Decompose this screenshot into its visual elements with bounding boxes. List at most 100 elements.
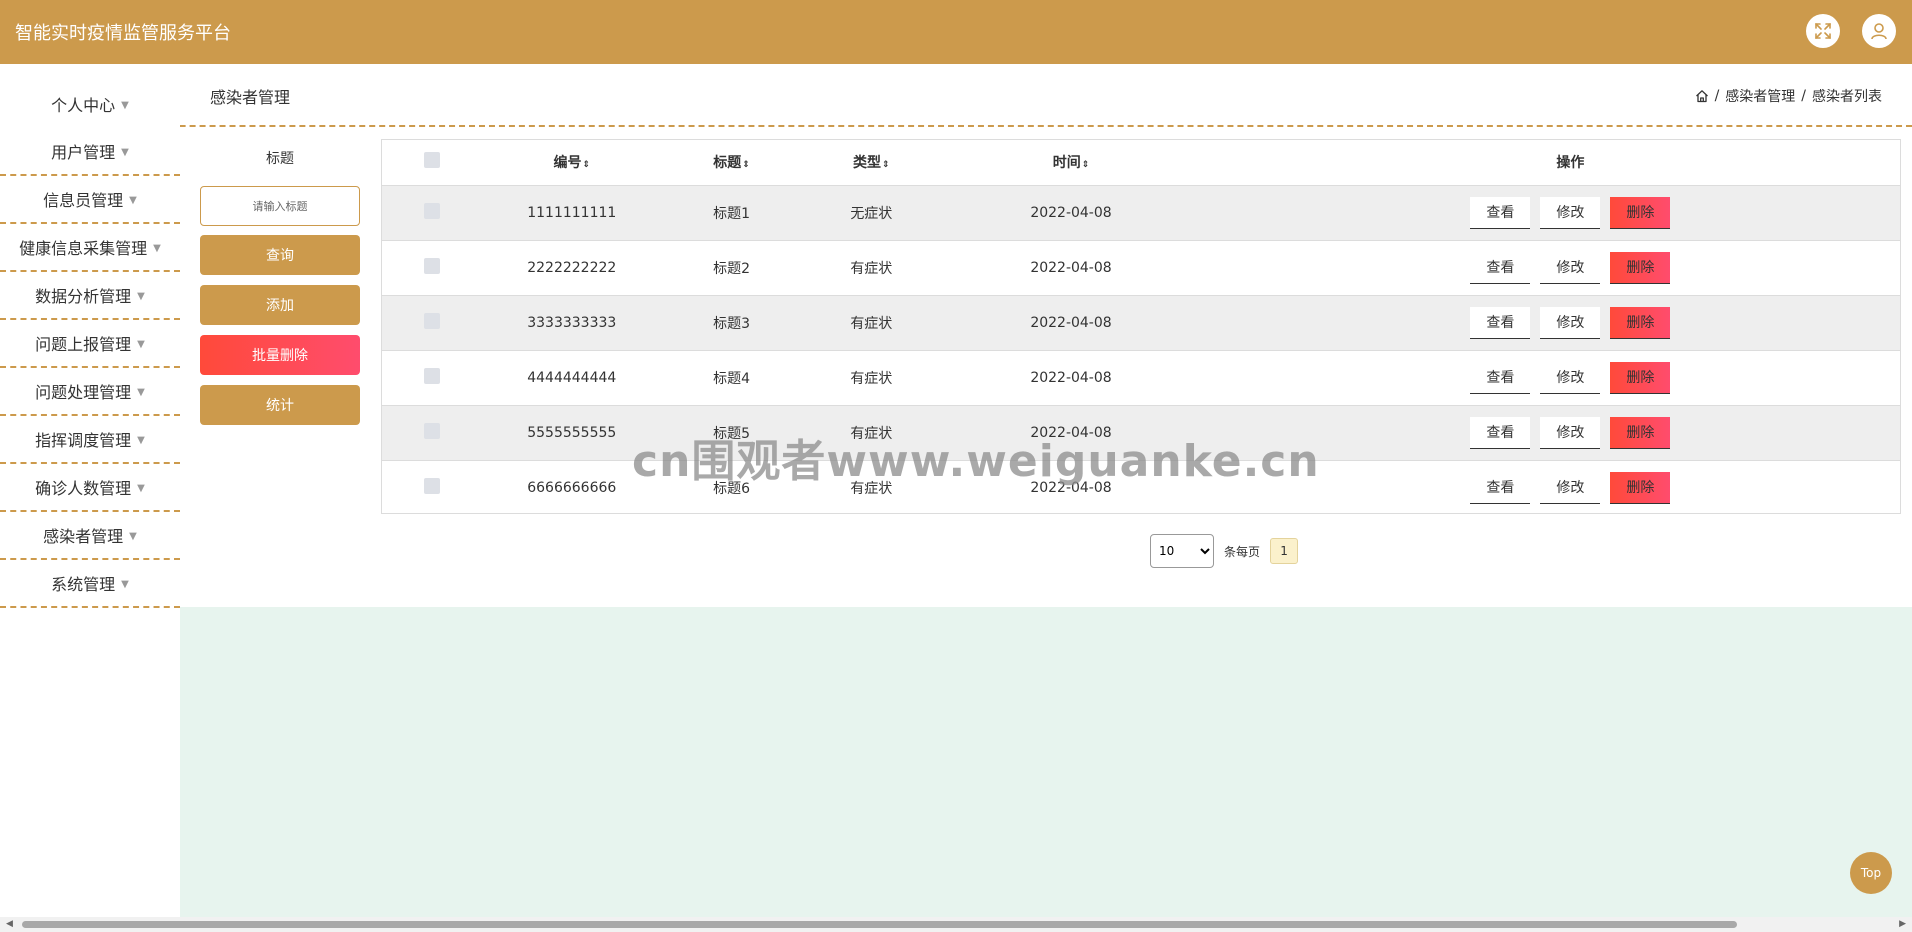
delete-button[interactable]: 删除 [1610,361,1671,394]
horizontal-scrollbar[interactable]: ◀ ▶ [0,917,1912,932]
sidebar-item-label: 健康信息采集管理 [19,239,148,258]
view-button[interactable]: 查看 [1470,416,1531,449]
column-header-time[interactable]: 时间⇕ [941,140,1201,185]
edit-button[interactable]: 修改 [1540,196,1601,229]
cell-type: 有症状 [850,480,893,497]
breadcrumb: / 感染者管理 / 感染者列表 [1695,86,1882,106]
row-checkbox[interactable] [423,257,440,274]
data-table: 编号⇕ 标题⇕ 类型⇕ 时间⇕ 操作 1111111111 标题1 无症状 20… [382,140,1900,515]
batch-delete-button[interactable]: 批量删除 [200,335,360,375]
cell-id: 1111111111 [527,204,617,221]
sidebar-item-data-analysis[interactable]: 数据分析管理 ▼ [0,272,180,320]
user-button[interactable] [1862,14,1896,48]
stats-button[interactable]: 统计 [200,385,360,425]
sidebar-item-label: 信息员管理 [43,191,124,210]
caret-down-icon: ▼ [137,386,145,398]
fullscreen-icon [1815,23,1831,39]
delete-button[interactable]: 删除 [1610,251,1671,284]
cell-time: 2022-04-08 [1030,424,1112,441]
edit-button[interactable]: 修改 [1540,306,1601,339]
breadcrumb-item[interactable]: 感染者管理 [1725,86,1795,106]
sidebar-item-informant-management[interactable]: 信息员管理 ▼ [0,176,180,224]
cell-title: 标题3 [713,315,751,332]
row-actions: 查看 修改 删除 [1201,251,1900,284]
breadcrumb-item: 感染者列表 [1812,89,1882,105]
select-all-checkbox[interactable] [423,152,440,169]
caret-down-icon: ▼ [121,99,129,111]
caret-down-icon: ▼ [137,290,145,302]
home-icon[interactable] [1695,89,1709,103]
data-table-container: 编号⇕ 标题⇕ 类型⇕ 时间⇕ 操作 1111111111 标题1 无症状 20… [381,139,1901,514]
query-button[interactable]: 查询 [200,235,360,275]
page-number-button[interactable]: 1 [1270,538,1299,564]
column-header-title[interactable]: 标题⇕ [662,140,802,185]
view-button[interactable]: 查看 [1470,361,1531,394]
edit-button[interactable]: 修改 [1540,471,1601,504]
row-checkbox[interactable] [423,312,440,329]
column-header-id[interactable]: 编号⇕ [482,140,662,185]
row-checkbox[interactable] [423,367,440,384]
sort-icon: ⇕ [882,160,890,171]
view-button[interactable]: 查看 [1470,251,1531,284]
delete-button[interactable]: 删除 [1610,416,1671,449]
pagination: 10 条每页 1 [1150,534,1299,568]
row-actions: 查看 修改 删除 [1201,196,1900,229]
back-to-top-button[interactable]: Top [1850,852,1892,894]
edit-button[interactable]: 修改 [1540,251,1601,284]
sidebar-item-confirmed-cases[interactable]: 确诊人数管理 ▼ [0,464,180,512]
fullscreen-button[interactable] [1806,14,1840,48]
cell-time: 2022-04-08 [1030,479,1112,496]
title-search-input[interactable] [200,186,360,226]
column-header-type[interactable]: 类型⇕ [801,140,941,185]
top-bar: 智能实时疫情监管服务平台 [0,0,1912,64]
scrollbar-thumb[interactable] [22,921,1737,928]
sidebar-item-label: 感染者管理 [43,527,124,546]
sidebar-item-user-management[interactable]: 用户管理 ▼ [0,128,180,176]
cell-time: 2022-04-08 [1030,259,1112,276]
scroll-left-icon[interactable]: ◀ [6,919,13,929]
search-label: 标题 [266,151,294,167]
add-button[interactable]: 添加 [200,285,360,325]
row-checkbox[interactable] [423,422,440,439]
cell-type: 有症状 [850,260,893,277]
delete-button[interactable]: 删除 [1610,471,1671,504]
cell-title: 标题5 [713,425,751,442]
sidebar-item-issue-handling[interactable]: 问题处理管理 ▼ [0,368,180,416]
page-size-select[interactable]: 10 [1150,534,1214,568]
sidebar-item-label: 数据分析管理 [35,287,132,306]
sidebar-item-label: 指挥调度管理 [35,431,132,450]
view-button[interactable]: 查看 [1470,306,1531,339]
sidebar-item-infected-management[interactable]: 感染者管理 ▼ [0,512,180,560]
cell-type: 有症状 [850,425,893,442]
scroll-right-icon[interactable]: ▶ [1899,919,1906,929]
sidebar-item-label: 问题上报管理 [35,335,132,354]
sidebar-item-label: 个人中心 [51,96,116,115]
row-actions: 查看 修改 删除 [1201,416,1900,449]
view-button[interactable]: 查看 [1470,196,1531,229]
sidebar-item-issue-report[interactable]: 问题上报管理 ▼ [0,320,180,368]
sidebar-item-health-info-management[interactable]: 健康信息采集管理 ▼ [0,224,180,272]
delete-button[interactable]: 删除 [1610,306,1671,339]
cell-time: 2022-04-08 [1030,204,1112,221]
header-actions [1806,14,1896,48]
cell-id: 6666666666 [527,479,617,496]
cell-type: 有症状 [850,370,893,387]
table-header-row: 编号⇕ 标题⇕ 类型⇕ 时间⇕ 操作 [382,140,1900,185]
delete-button[interactable]: 删除 [1610,196,1671,229]
sidebar-item-system-management[interactable]: 系统管理 ▼ [0,560,180,608]
cell-title: 标题1 [713,205,751,222]
caret-down-icon: ▼ [137,338,145,350]
breadcrumb-separator: / [1714,88,1720,104]
sort-icon: ⇕ [742,160,750,171]
edit-button[interactable]: 修改 [1540,361,1601,394]
sidebar-item-personal-center[interactable]: 个人中心 ▼ [0,80,180,128]
cell-title: 标题4 [713,370,751,387]
cell-type: 无症状 [850,205,893,222]
view-button[interactable]: 查看 [1470,471,1531,504]
row-checkbox[interactable] [423,202,440,219]
cell-time: 2022-04-08 [1030,314,1112,331]
edit-button[interactable]: 修改 [1540,416,1601,449]
sidebar-item-dispatch[interactable]: 指挥调度管理 ▼ [0,416,180,464]
row-checkbox[interactable] [423,477,440,494]
caret-down-icon: ▼ [137,482,145,494]
